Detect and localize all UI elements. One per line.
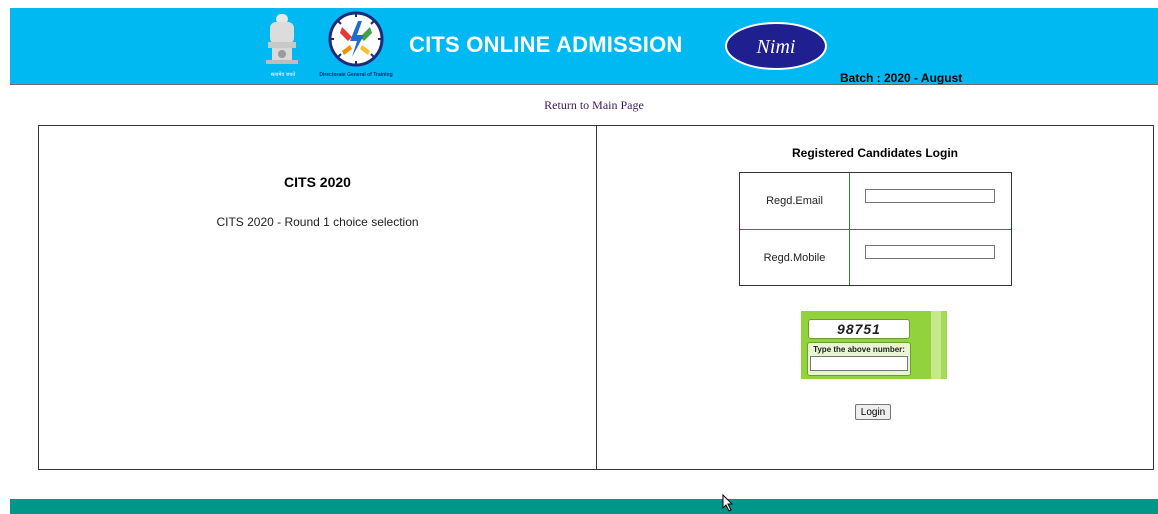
nimi-logo-icon: Nimi	[725, 22, 827, 70]
emblem-caption: सत्यमेव जयते	[270, 72, 296, 78]
mouse-cursor-icon	[722, 494, 734, 512]
captcha-input[interactable]	[810, 356, 908, 371]
mobile-label: Regd.Mobile	[740, 230, 850, 285]
left-panel-title: CITS 2020	[284, 174, 351, 190]
captcha-number: 98751	[808, 319, 910, 339]
page-title: CITS ONLINE ADMISSION	[409, 32, 683, 57]
login-button[interactable]: Login	[855, 404, 891, 420]
email-label: Regd.Email	[740, 173, 850, 229]
captcha-strip	[931, 311, 941, 379]
email-field[interactable]	[865, 189, 995, 203]
captcha-box: 98751 Type the above number:	[801, 311, 947, 379]
header-divider	[10, 84, 1158, 85]
login-title: Registered Candidates Login	[791, 146, 959, 160]
nimi-logo-text: Nimi	[756, 36, 796, 58]
dgt-caption: Directorate General of Training	[319, 72, 393, 78]
footer-bar	[10, 499, 1158, 514]
captcha-strip	[941, 311, 947, 379]
left-panel-description: CITS 2020 - Round 1 choice selection	[216, 215, 419, 229]
login-form-table: Regd.Email Regd.Mobile	[739, 172, 1012, 286]
main-content-box: CITS 2020 CITS 2020 - Round 1 choice sel…	[38, 125, 1154, 470]
captcha-panel: Type the above number:	[807, 342, 911, 376]
captcha-prompt: Type the above number:	[813, 345, 905, 354]
panel-divider	[596, 126, 597, 469]
header-banner: सत्यमेव जयते Directorate General of Trai…	[10, 8, 1158, 85]
mobile-field[interactable]	[865, 245, 995, 259]
batch-label: Batch : 2020 - August	[840, 71, 963, 85]
return-to-main-link[interactable]: Return to Main Page	[0, 98, 1158, 113]
national-emblem-icon	[266, 14, 298, 64]
dgt-logo-icon	[328, 11, 384, 67]
